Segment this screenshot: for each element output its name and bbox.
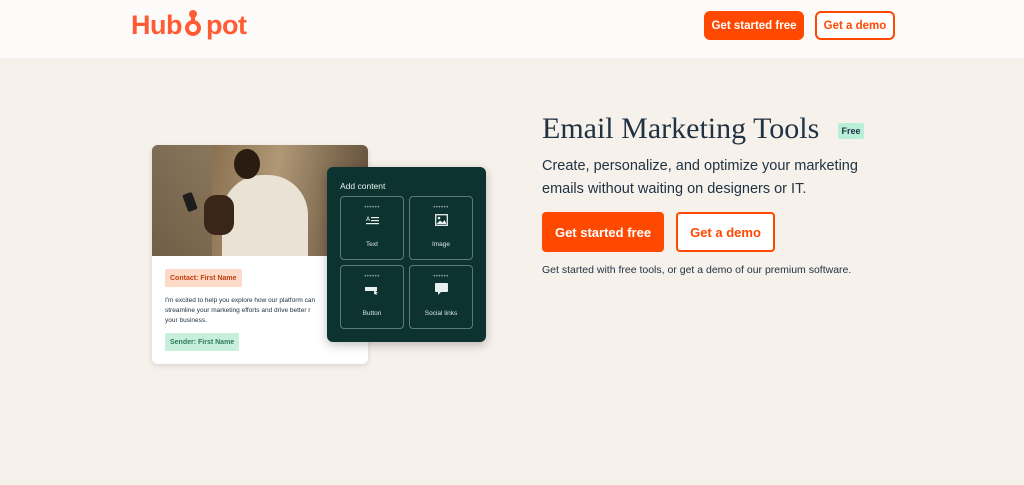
social-links-icon bbox=[410, 283, 472, 298]
content-tile-image[interactable]: •••••• Image bbox=[409, 196, 473, 260]
content-tile-button[interactable]: •••••• Button bbox=[340, 265, 404, 329]
add-content-panel: Add content •••••• A Text •••••• Image •… bbox=[327, 167, 486, 342]
drag-handle-icon: •••••• bbox=[364, 205, 380, 211]
content-tile-text[interactable]: •••••• A Text bbox=[340, 196, 404, 260]
hero-note: Get started with free tools, or get a de… bbox=[542, 264, 852, 276]
free-badge: Free bbox=[838, 123, 864, 139]
hero-description: Create, personalize, and optimize your m… bbox=[542, 158, 858, 197]
image-icon bbox=[410, 214, 472, 229]
drag-handle-icon: •••••• bbox=[364, 274, 380, 280]
nav-get-demo-button[interactable]: Get a demo bbox=[815, 11, 895, 40]
panel-title: Add content bbox=[340, 181, 386, 191]
tile-label: Text bbox=[366, 241, 378, 248]
logo-text-left: Hub bbox=[131, 10, 182, 40]
tile-label: Social links bbox=[424, 310, 458, 317]
page-title: Email Marketing Tools bbox=[542, 112, 820, 145]
button-icon bbox=[341, 283, 403, 298]
hero-get-demo-button[interactable]: Get a demo bbox=[676, 212, 775, 252]
text-icon: A bbox=[341, 214, 403, 229]
content-tile-social-links[interactable]: •••••• Social links bbox=[409, 265, 473, 329]
drag-handle-icon: •••••• bbox=[433, 205, 449, 211]
nav-get-started-button[interactable]: Get started free bbox=[704, 11, 804, 40]
hubspot-logo[interactable]: Hub pot bbox=[131, 9, 247, 41]
svg-text:A: A bbox=[366, 216, 371, 223]
tile-label: Button bbox=[362, 310, 382, 317]
top-navigation-bar: Hub pot Get started free Get a demo bbox=[0, 0, 1024, 58]
hero-get-started-button[interactable]: Get started free bbox=[542, 212, 664, 252]
drag-handle-icon: •••••• bbox=[433, 274, 449, 280]
sender-personalization-tag: Sender: First Name bbox=[165, 333, 240, 351]
contact-personalization-tag: Contact: First Name bbox=[165, 269, 242, 287]
tile-label: Image bbox=[431, 241, 451, 248]
logo-text-right: pot bbox=[205, 10, 247, 40]
sprocket-icon bbox=[183, 9, 205, 39]
